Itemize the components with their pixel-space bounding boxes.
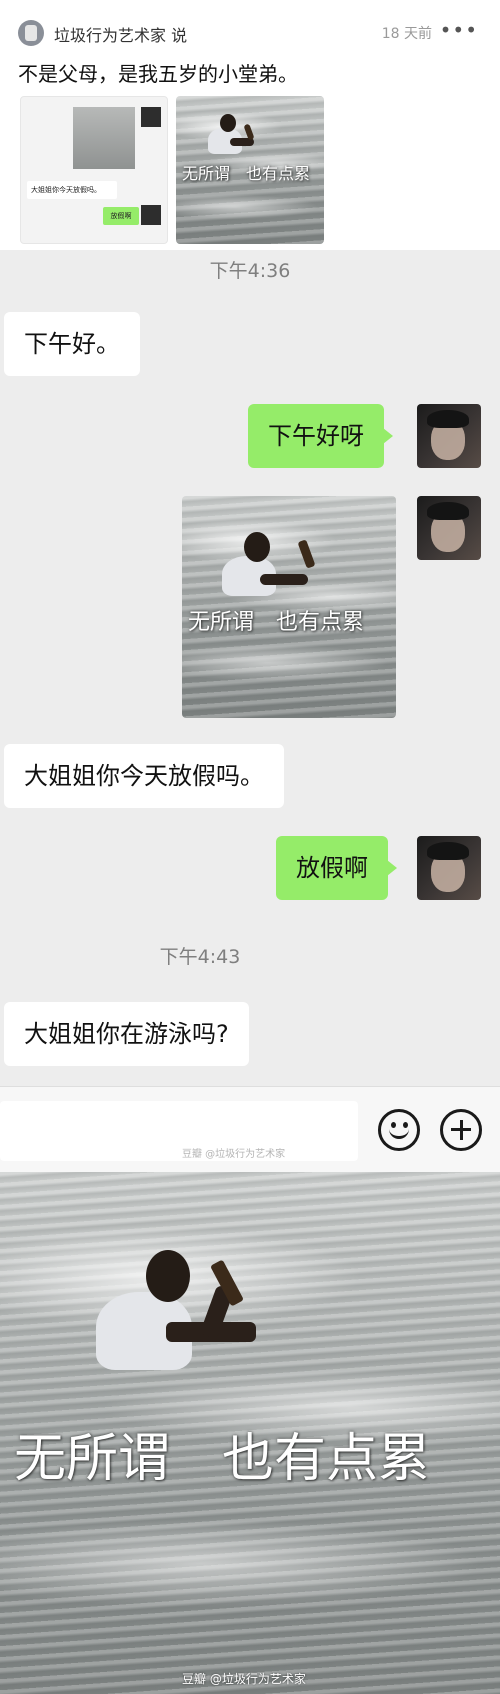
message-bubble-received[interactable]: 下午好。 bbox=[4, 312, 140, 376]
meme-image[interactable]: 无所谓 也有点累 豆瓣 @垃圾行为艺术家 bbox=[0, 1172, 500, 1694]
my-avatar[interactable] bbox=[417, 836, 481, 900]
thumbnail-mini-photo bbox=[73, 107, 135, 169]
swimmer-figure bbox=[96, 1242, 296, 1422]
my-avatar[interactable] bbox=[417, 496, 481, 560]
more-options-icon[interactable]: ••• bbox=[440, 18, 478, 42]
thumbnail-bubble-right: 放假啊 bbox=[103, 207, 139, 225]
swimmer-figure bbox=[222, 526, 342, 616]
message-bubble-received[interactable]: 大姐姐你今天放假吗。 bbox=[4, 744, 284, 808]
post-text: 不是父母，是我五岁的小堂弟。 bbox=[18, 62, 298, 86]
message-bubble-received[interactable]: 大姐姐你在游泳吗? bbox=[4, 1002, 249, 1066]
my-avatar[interactable] bbox=[417, 404, 481, 468]
plus-icon[interactable] bbox=[440, 1109, 482, 1151]
thumbnail-bubble-left: 大姐姐你今天放假吗。 bbox=[27, 181, 117, 199]
chat-screenshot: 下午4:36 下午好。 下午好呀 无所谓 也有点累 大姐姐你今天放假吗。 放假啊… bbox=[0, 250, 500, 1086]
author-avatar[interactable] bbox=[18, 20, 44, 46]
thumbnail-mini-avatar bbox=[141, 107, 161, 127]
watermark: 豆瓣 @垃圾行为艺术家 bbox=[182, 1149, 286, 1160]
timestamp: 下午4:43 bbox=[159, 946, 241, 968]
message-bubble-sent[interactable]: 下午好呀 bbox=[248, 404, 393, 468]
post-time: 18 天前 bbox=[381, 26, 432, 42]
thumbnail-sea-photo[interactable]: 无所谓 也有点累 bbox=[176, 96, 324, 244]
author-name[interactable]: 垃圾行为艺术家 说 bbox=[54, 22, 187, 46]
watermark: 豆瓣 @垃圾行为艺术家 bbox=[182, 1672, 306, 1686]
sticker-caption: 无所谓 也有点累 bbox=[188, 610, 365, 635]
thumbnail-caption: 无所谓 也有点累 bbox=[182, 164, 311, 183]
message-bubble-sent[interactable]: 放假啊 bbox=[276, 836, 397, 900]
message-input[interactable] bbox=[0, 1101, 358, 1161]
douban-post-header: 垃圾行为艺术家 说 18 天前 ••• 不是父母，是我五岁的小堂弟。 大姐姐你今… bbox=[0, 0, 500, 250]
meme-caption: 无所谓 也有点累 bbox=[14, 1429, 431, 1489]
timestamp: 下午4:36 bbox=[209, 260, 291, 282]
chat-input-bar: 豆瓣 @垃圾行为艺术家 bbox=[0, 1086, 500, 1172]
swimmer-figure bbox=[206, 108, 276, 168]
smiley-icon[interactable] bbox=[378, 1109, 420, 1151]
thumbnail-chat-screenshot[interactable]: 大姐姐你今天放假吗。 放假啊 bbox=[20, 96, 168, 244]
sticker-image[interactable]: 无所谓 也有点累 bbox=[182, 496, 396, 718]
thumbnail-mini-avatar bbox=[141, 205, 161, 225]
author-row: 垃圾行为艺术家 说 18 天前 ••• bbox=[18, 18, 488, 48]
